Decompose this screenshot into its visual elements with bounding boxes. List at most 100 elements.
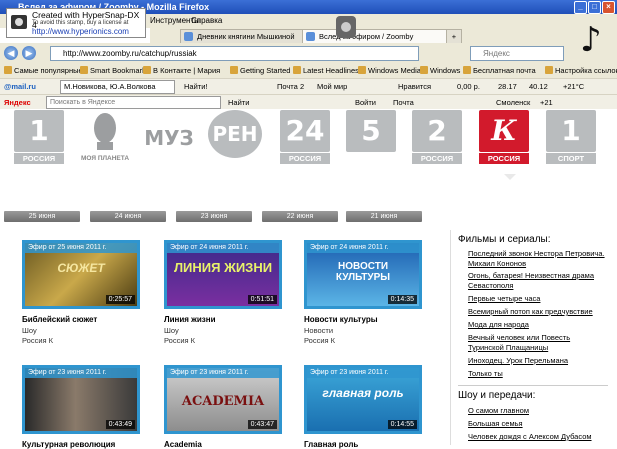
bookmarks-bar: Самые популярные Smart Bookmarks В Конта… xyxy=(0,63,617,78)
mailru-mail-link[interactable]: Почта xyxy=(277,79,298,95)
show-genre: Шоу xyxy=(164,326,179,335)
duration: 0:43:47 xyxy=(247,420,277,429)
bookmark-item[interactable]: Windows xyxy=(420,63,460,78)
camera-icon xyxy=(11,15,27,29)
channel-russia2[interactable]: 2 РОССИЯ xyxy=(412,110,462,165)
show-title[interactable]: Новости культуры xyxy=(304,315,378,324)
sidebar-link[interactable]: О самом главном xyxy=(468,406,529,415)
screenshot-camera-icon xyxy=(336,16,356,38)
channel-logo: 2 xyxy=(412,110,462,152)
yandex-temp: +21 xyxy=(540,98,553,107)
url-input[interactable]: http://www.zoomby.ru/catchup/russiak xyxy=(50,46,419,61)
sidebar-link[interactable]: Севастополя xyxy=(468,281,513,290)
channel-russia1[interactable]: 1 РОССИЯ xyxy=(14,110,64,165)
sidebar-link[interactable]: Огонь, батарея! Неизвестная драма xyxy=(468,271,594,280)
sidebar-link[interactable]: Только ты xyxy=(468,369,503,378)
show-channel: Россия К xyxy=(22,336,54,345)
likes-link[interactable]: Нравится xyxy=(398,79,431,95)
sidebar-link[interactable]: Человек дождя с Алексом Дубасом xyxy=(468,432,592,441)
date-tab[interactable]: 22 июня xyxy=(262,211,338,222)
films-heading: Фильмы и сериалы: xyxy=(458,234,551,245)
air-date: Эфир от 23 июня 2011 г. xyxy=(167,368,279,378)
channel-muz[interactable]: МУЗ xyxy=(144,110,194,165)
bookmark-item[interactable]: В Контакте | Мария xyxy=(143,63,220,78)
sidebar-link[interactable]: Иноходец. Урок Перельмана xyxy=(468,356,568,365)
duration: 0:25:57 xyxy=(105,295,135,304)
channel-sport[interactable]: 1 СПОРТ xyxy=(546,110,596,165)
sidebar-link[interactable]: Первые четыре часа xyxy=(468,294,540,303)
back-button[interactable]: ◀ xyxy=(4,46,18,60)
browser-search-input[interactable]: Яндекс xyxy=(470,46,564,61)
forward-button[interactable]: ▶ xyxy=(22,46,36,60)
thumbnail-art-text: СЮЖЕТ xyxy=(57,261,105,275)
show-thumbnail[interactable]: СЮЖЕТ Эфир от 25 июня 2011 г. 0:25:57 xyxy=(22,240,140,309)
sidebar-separator xyxy=(458,385,608,386)
channel-label: РОССИЯ xyxy=(280,153,330,164)
channel-ren[interactable]: РЕН xyxy=(208,110,262,165)
show-thumbnail[interactable]: главная роль Эфир от 23 июня 2011 г. 0:1… xyxy=(304,365,422,434)
mailru-find-button[interactable]: Найти! xyxy=(184,79,208,95)
duration: 0:51:51 xyxy=(247,295,277,304)
bookmark-item[interactable]: Бесплатная почта xyxy=(463,63,536,78)
usd-rate: 28.17 xyxy=(498,82,517,91)
yandex-city[interactable]: Смоленск xyxy=(496,95,530,110)
bookmark-item[interactable]: Самые популярные xyxy=(4,63,83,78)
date-tab[interactable]: 24 июня xyxy=(90,211,166,222)
yandex-login-button[interactable]: Войти xyxy=(355,95,376,110)
date-tab[interactable]: 23 июня xyxy=(176,211,252,222)
yandex-mail-button[interactable]: Почта xyxy=(393,95,414,110)
channel-logo: 1 xyxy=(14,110,64,152)
sidebar-link[interactable]: Последний звонок Нестора Петровича. xyxy=(468,249,605,258)
show-thumbnail[interactable]: НОВОСТИ КУЛЬТУРЫ Эфир от 24 июня 2011 г.… xyxy=(304,240,422,309)
tab-diary[interactable]: Дневник княгини Мышкиной xyxy=(180,29,316,43)
bookmark-item[interactable]: Getting Started xyxy=(230,63,290,78)
close-button[interactable]: × xyxy=(602,1,615,14)
content-divider xyxy=(450,230,451,445)
mailru-logo[interactable]: @mail.ru xyxy=(4,79,36,95)
channel-5[interactable]: 5 xyxy=(346,110,396,165)
show-title[interactable]: Библейский сюжет xyxy=(22,315,97,324)
my-world-link[interactable]: Мой мир xyxy=(317,79,347,95)
sidebar-link[interactable]: Вечный человек или Повесть xyxy=(468,333,570,342)
new-tab-button[interactable]: + xyxy=(446,29,462,43)
sidebar-link[interactable]: Всемирный потоп как предчувствие xyxy=(468,307,593,316)
yandex-search-input[interactable]: Поискать в Яндексе xyxy=(46,96,221,109)
thumbnail-art-text: ACADEMIA xyxy=(181,394,265,409)
channel-logo: К xyxy=(479,110,529,152)
mailru-search-input[interactable]: М.Новикова, Ю.А.Волкова xyxy=(60,80,175,94)
minimize-button[interactable]: _ xyxy=(574,1,587,14)
mailru-toolbar: @mail.ru М.Новикова, Ю.А.Волкова Найти! … xyxy=(0,78,617,95)
show-title[interactable]: Линия жизни xyxy=(164,315,216,324)
show-thumbnail[interactable]: ЛИНИЯ ЖИЗНИ Эфир от 24 июня 2011 г. 0:51… xyxy=(164,240,282,309)
sidebar-link[interactable]: Михаил Кононов xyxy=(468,259,526,268)
duration: 0:14:35 xyxy=(387,295,417,304)
date-tab[interactable]: 25 июня xyxy=(4,211,80,222)
duration: 0:14:55 xyxy=(387,420,417,429)
yandex-logo[interactable]: Яндекс xyxy=(4,95,31,110)
bookmark-item[interactable]: Настройка ссылок xyxy=(545,63,617,78)
channel-russia-k[interactable]: К РОССИЯ xyxy=(479,110,529,165)
channel-logo: РЕН xyxy=(208,110,262,158)
page-icon xyxy=(184,32,193,41)
bookmark-item[interactable]: Latest Headlines xyxy=(293,63,359,78)
thumbnail-art-text: главная роль xyxy=(322,386,404,400)
shows-heading: Шоу и передачи: xyxy=(458,390,536,401)
sidebar-link[interactable]: Большая семья xyxy=(468,419,523,428)
sidebar: Фильмы и сериалы: Последний звонок Несто… xyxy=(454,232,617,445)
show-thumbnail[interactable]: Эфир от 23 июня 2011 г. 0:43:49 xyxy=(22,365,140,434)
channel-label: МОЯ ПЛАНЕТА xyxy=(80,153,130,164)
show-thumbnail[interactable]: ACADEMIA Эфир от 23 июня 2011 г. 0:43:47 xyxy=(164,365,282,434)
stamp-link[interactable]: http://www.hyperionics.com xyxy=(32,27,129,36)
menu-help[interactable]: Справка xyxy=(191,14,222,28)
sidebar-link[interactable]: Туринской Плащаницы xyxy=(468,343,548,352)
channel-russia24[interactable]: 24 РОССИЯ xyxy=(280,110,330,165)
channel-moya-planeta[interactable]: МОЯ ПЛАНЕТА xyxy=(80,110,130,165)
sidebar-link[interactable]: Мода для народа xyxy=(468,320,529,329)
bookmark-item[interactable]: Windows Media xyxy=(358,63,421,78)
tab-zoomby[interactable]: Вслед за эфиром / Zoomby × xyxy=(302,29,460,43)
bookmark-item[interactable]: Smart Bookmarks xyxy=(80,63,150,78)
date-tab[interactable]: 21 июня xyxy=(346,211,422,222)
maximize-button[interactable]: □ xyxy=(588,1,601,14)
yandex-find-button[interactable]: Найти xyxy=(228,95,249,110)
show-channel: Россия К xyxy=(304,336,336,345)
